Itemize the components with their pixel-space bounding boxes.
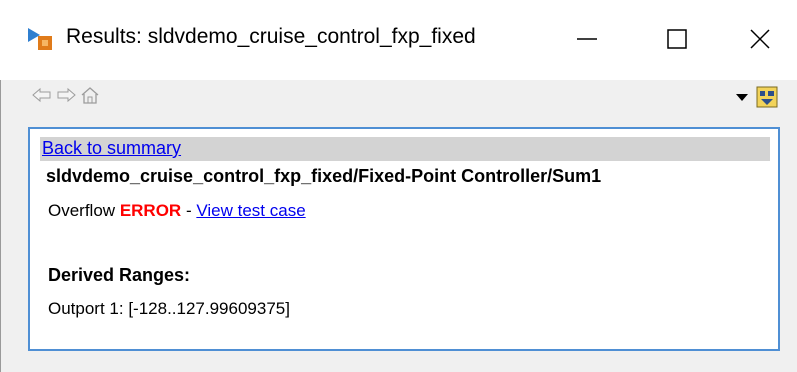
title-bar[interactable]: Results: sldvdemo_cruise_control_fxp_fix… bbox=[0, 0, 797, 80]
back-arrow-icon[interactable] bbox=[32, 86, 52, 104]
chevron-down-icon[interactable] bbox=[736, 94, 748, 101]
summary-bar: Back to summary bbox=[40, 137, 770, 161]
close-button[interactable] bbox=[722, 0, 797, 78]
separator: - bbox=[185, 201, 192, 220]
results-pane: Back to summary sldvdemo_cruise_control_… bbox=[28, 127, 780, 351]
maximize-button[interactable] bbox=[632, 0, 722, 78]
results-window: Results: sldvdemo_cruise_control_fxp_fix… bbox=[0, 0, 797, 372]
derived-ranges-heading: Derived Ranges: bbox=[48, 265, 191, 285]
highlight-model-icon[interactable] bbox=[756, 86, 778, 108]
maximize-icon bbox=[667, 29, 687, 49]
derived-ranges-value: Outport 1: [-128..127.99609375] bbox=[48, 299, 290, 318]
close-icon bbox=[749, 29, 770, 49]
view-test-case-link[interactable]: View test case bbox=[196, 201, 305, 220]
objective-result: Overflow ERROR - View test case bbox=[48, 201, 306, 221]
minimize-icon bbox=[577, 38, 597, 40]
toolbar bbox=[0, 80, 797, 120]
window-left-edge bbox=[0, 80, 1, 372]
simulink-results-icon bbox=[28, 28, 52, 50]
forward-arrow-icon[interactable] bbox=[56, 86, 76, 104]
back-to-summary-link[interactable]: Back to summary bbox=[42, 138, 181, 159]
home-icon[interactable] bbox=[80, 86, 100, 104]
status-badge: ERROR bbox=[119, 201, 182, 220]
window-title: Results: sldvdemo_cruise_control_fxp_fix… bbox=[66, 25, 476, 48]
objective-type: Overflow bbox=[48, 201, 116, 220]
minimize-button[interactable] bbox=[542, 0, 632, 78]
block-path: sldvdemo_cruise_control_fxp_fixed/Fixed-… bbox=[46, 166, 602, 186]
